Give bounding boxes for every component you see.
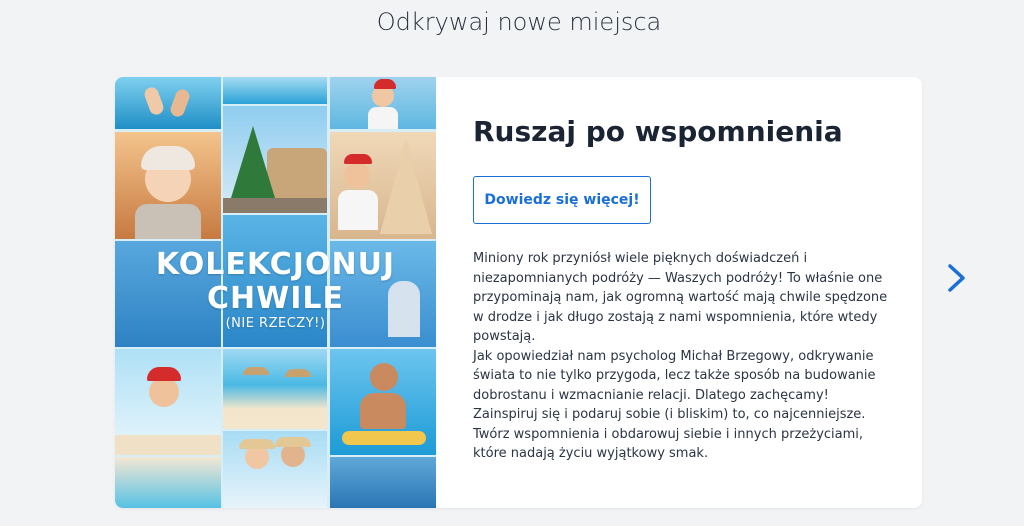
- photo-rome-christmas: [223, 106, 327, 213]
- promo-title: Ruszaj po wspomnienia: [473, 115, 843, 148]
- promo-collage-image: KOLEKCJONUJ CHWILE (NIE RZECZY!): [115, 77, 436, 508]
- photo-beach-umbrellas: [223, 349, 327, 429]
- promo-card: KOLEKCJONUJ CHWILE (NIE RZECZY!) Ruszaj …: [115, 77, 922, 508]
- promo-description: Miniony rok przyniósł wiele pięknych doś…: [473, 249, 893, 464]
- photo-coast-aerial: [330, 457, 436, 508]
- slogan-line-3: (NIE RZECZY!): [225, 316, 326, 331]
- photo-selfie-paddleboard: [330, 349, 436, 455]
- photo-sea-jump: [115, 77, 221, 129]
- slogan-line-1: KOLEKCJONUJ: [155, 247, 396, 282]
- description-paragraph-2: Jak opowiedział nam psycholog Michał Brz…: [473, 348, 876, 462]
- photo-woman-santa-hat: [330, 77, 436, 129]
- photo-beach-christmas-tree: [330, 132, 436, 239]
- photo-santa-hat-palms: [115, 349, 221, 455]
- chevron-right-icon[interactable]: [944, 262, 970, 294]
- learn-more-button[interactable]: Dowiedz się więcej!: [473, 176, 651, 224]
- slogan-line-2: CHWILE: [207, 281, 344, 316]
- photo-island-bungalows: [115, 457, 221, 508]
- photo-couple-hats: [223, 431, 327, 508]
- collage-slogan: KOLEKCJONUJ CHWILE (NIE RZECZY!): [115, 248, 436, 332]
- photo-winter-woman: [115, 132, 221, 239]
- photo-sea-horizon: [223, 77, 327, 104]
- description-paragraph-1: Miniony rok przyniósł wiele pięknych doś…: [473, 251, 888, 344]
- section-title: Odkrywaj nowe miejsca: [376, 8, 662, 36]
